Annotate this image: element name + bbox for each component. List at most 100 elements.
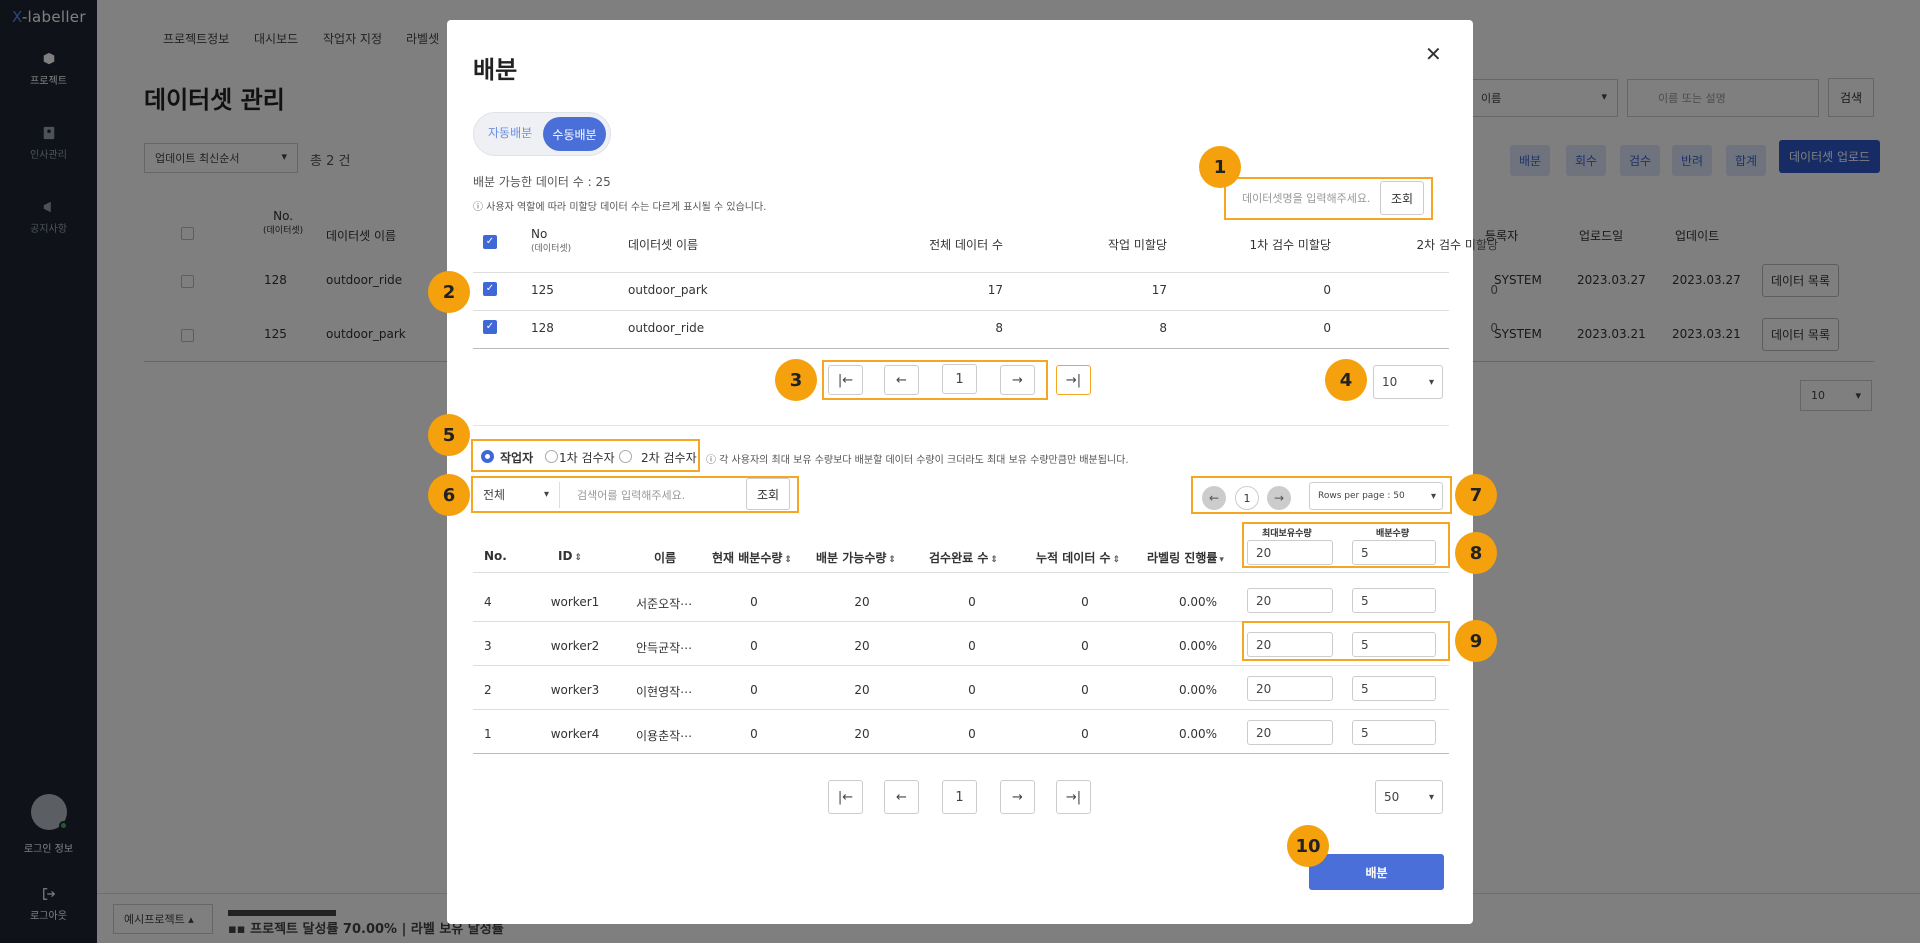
alloc-input[interactable]: 5 xyxy=(1352,720,1436,745)
user-row-no: 4 xyxy=(484,595,492,609)
distribute-submit-button[interactable]: 배분 xyxy=(1309,854,1444,890)
user-row-available: 20 xyxy=(854,639,870,653)
user-filter-select[interactable]: 전체 ▾ xyxy=(475,479,555,510)
badge-9: 9 xyxy=(1455,620,1497,662)
close-icon[interactable]: ✕ xyxy=(1425,42,1442,66)
user-row-reviewed: 0 xyxy=(968,595,976,609)
user-row-progress: 0.00% xyxy=(1178,727,1218,741)
user-row-name: 이현영작⋯ xyxy=(636,685,693,699)
user-last-page-icon[interactable]: →| xyxy=(1056,780,1091,814)
dataset-header-total: 전체 데이터 수 xyxy=(929,238,1003,252)
role-label-worker: 작업자 xyxy=(500,451,534,465)
dataset-header-unassigned: 작업 미할당 xyxy=(1107,238,1167,252)
user-header-accum[interactable]: 누적 데이터 수 ⇕ xyxy=(1036,549,1120,566)
dataset-row-rev2: 0 xyxy=(1490,321,1498,335)
alloc-input[interactable]: 5 xyxy=(1352,588,1436,613)
user-search-input[interactable]: 검색어를 입력해주세요. xyxy=(569,479,729,510)
dataset-row-unassigned: 17 xyxy=(1151,283,1167,297)
badge-10: 10 xyxy=(1287,825,1329,867)
last-page-icon[interactable]: →| xyxy=(1056,365,1091,395)
section-divider xyxy=(473,425,1449,426)
max-hold-input[interactable]: 20 xyxy=(1247,720,1333,745)
bulk-alloc-label: 배분수량 xyxy=(1376,529,1410,539)
user-header-current[interactable]: 현재 배분수량 ⇕ xyxy=(712,549,792,566)
badge-1: 1 xyxy=(1199,146,1241,188)
dataset-header-divider xyxy=(473,272,1449,273)
user-row-name: 이용춘작⋯ xyxy=(636,729,693,743)
user-row-available: 20 xyxy=(854,683,870,697)
bulk-alloc-input[interactable]: 5 xyxy=(1352,540,1436,565)
bulk-max-label: 최대보유수량 xyxy=(1262,529,1312,539)
dataset-header-rev2: 2차 검수 미할당 xyxy=(1416,238,1498,252)
dataset-row-checkbox[interactable]: ✓ xyxy=(483,282,497,296)
user-row-current: 0 xyxy=(750,595,758,609)
badge-4: 4 xyxy=(1325,359,1367,401)
mini-prev-icon[interactable]: ← xyxy=(1202,486,1226,510)
dataset-header-rev1: 1차 검수 미할당 xyxy=(1249,238,1331,252)
dataset-page-size-select[interactable]: 10 ▾ xyxy=(1373,365,1443,399)
dataset-row-name: outdoor_park xyxy=(628,283,708,297)
user-page-number[interactable]: 1 xyxy=(942,780,977,814)
dataset-row-unassigned: 8 xyxy=(1159,321,1167,335)
user-header-progress[interactable]: 라벨링 진행률 ▾ xyxy=(1147,549,1224,566)
first-page-icon[interactable]: |← xyxy=(828,365,863,395)
user-header-reviewed[interactable]: 검수완료 수 ⇕ xyxy=(929,549,998,566)
user-row-no: 1 xyxy=(484,727,492,741)
mini-page-number[interactable]: 1 xyxy=(1235,486,1259,510)
dataset-row-rev2: 0 xyxy=(1490,283,1498,297)
next-page-icon[interactable]: → xyxy=(1000,365,1035,395)
user-row-reviewed: 0 xyxy=(968,639,976,653)
user-row-accum: 0 xyxy=(1081,595,1089,609)
dataset-row-no: 128 xyxy=(531,321,554,335)
badge-3: 3 xyxy=(775,359,817,401)
role-radio-worker[interactable] xyxy=(481,450,494,463)
user-row-accum: 0 xyxy=(1081,683,1089,697)
modal-title: 배분 xyxy=(473,56,518,84)
alloc-input[interactable]: 5 xyxy=(1352,676,1436,701)
user-row-progress: 0.00% xyxy=(1178,639,1218,653)
user-page-size-select[interactable]: 50 ▾ xyxy=(1375,780,1443,814)
role-label-reviewer2: 2차 검수자 xyxy=(641,451,697,465)
user-row-id: worker4 xyxy=(550,727,600,741)
dataset-row-no: 125 xyxy=(531,283,554,297)
user-prev-page-icon[interactable]: ← xyxy=(884,780,919,814)
dataset-header-no: No (데이터셋) xyxy=(531,227,572,254)
user-header-name: 이름 xyxy=(654,551,677,565)
dataset-row-total: 17 xyxy=(987,283,1003,297)
role-radio-reviewer1[interactable] xyxy=(545,450,558,463)
max-hold-input[interactable]: 20 xyxy=(1247,676,1333,701)
user-row-current: 0 xyxy=(750,639,758,653)
role-display-notice: ⓘ 사용자 역할에 따라 미할당 데이터 수는 다르게 표시될 수 있습니다. xyxy=(473,202,767,213)
dataset-select-all-checkbox[interactable]: ✓ xyxy=(483,235,497,249)
user-row-available: 20 xyxy=(854,727,870,741)
bulk-max-input[interactable]: 20 xyxy=(1247,540,1333,565)
dataset-header-name: 데이터셋 이름 xyxy=(628,238,699,252)
dataset-row-divider xyxy=(473,310,1449,311)
rows-per-page-select[interactable]: Rows per page : 50 ▾ xyxy=(1309,482,1443,510)
dataset-page-number[interactable]: 1 xyxy=(942,364,977,394)
mini-next-icon[interactable]: → xyxy=(1267,486,1291,510)
user-next-page-icon[interactable]: → xyxy=(1000,780,1035,814)
user-search-button[interactable]: 조회 xyxy=(746,478,790,510)
user-row-accum: 0 xyxy=(1081,639,1089,653)
dataset-row-name: outdoor_ride xyxy=(628,321,705,335)
highlight-box-9 xyxy=(1242,621,1450,661)
user-first-page-icon[interactable]: |← xyxy=(828,780,863,814)
user-row-progress: 0.00% xyxy=(1178,683,1218,697)
max-hold-input[interactable]: 20 xyxy=(1247,588,1333,613)
dataset-row-checkbox[interactable]: ✓ xyxy=(483,320,497,334)
badge-6: 6 xyxy=(428,474,470,516)
prev-page-icon[interactable]: ← xyxy=(884,365,919,395)
user-row-name: 서준오작⋯ xyxy=(636,597,693,611)
badge-2: 2 xyxy=(428,271,470,313)
user-row-divider xyxy=(473,709,1449,710)
user-header-id[interactable]: ID ⇕ xyxy=(558,549,582,563)
badge-7: 7 xyxy=(1455,474,1497,516)
auto-distribute-tab[interactable]: 자동배분 xyxy=(488,124,532,141)
manual-distribute-tab[interactable]: 수동배분 xyxy=(543,117,606,151)
filter-divider xyxy=(559,482,560,508)
user-header-available[interactable]: 배분 가능수량 ⇕ xyxy=(816,549,896,566)
role-radio-reviewer2[interactable] xyxy=(619,450,632,463)
user-row-reviewed: 0 xyxy=(968,683,976,697)
available-count: 배분 가능한 데이터 수 : 25 xyxy=(473,175,611,189)
